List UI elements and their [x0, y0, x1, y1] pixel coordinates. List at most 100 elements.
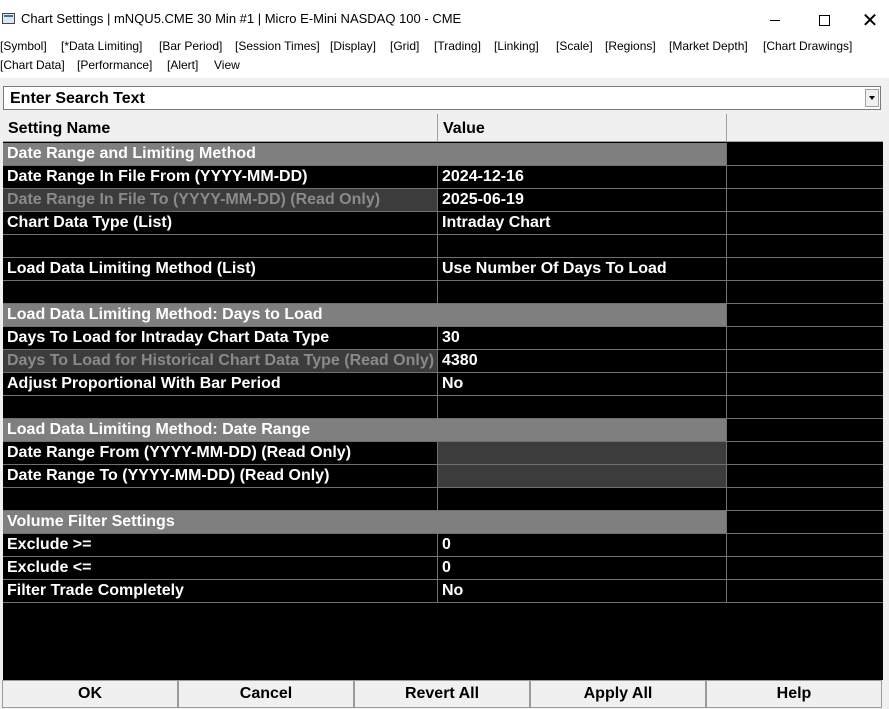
- extra-cell: [727, 396, 883, 418]
- section-title: Load Data Limiting Method: Date Range: [3, 419, 438, 441]
- tab-performance[interactable]: [Performance]: [77, 58, 152, 72]
- tab-display[interactable]: [Display]: [330, 39, 376, 53]
- extra-cell: [727, 465, 883, 487]
- extra-cell: [727, 327, 883, 349]
- revert-all-button[interactable]: Revert All: [354, 680, 530, 708]
- setting-value[interactable]: 30: [438, 327, 727, 349]
- setting-row[interactable]: Days To Load for Historical Chart Data T…: [3, 350, 883, 373]
- setting-value[interactable]: 0: [438, 534, 727, 556]
- apply-all-button[interactable]: Apply All: [530, 680, 706, 708]
- setting-value[interactable]: Use Number Of Days To Load: [438, 258, 727, 280]
- setting-name: Load Data Limiting Method (List): [3, 258, 438, 280]
- search-combobox[interactable]: Enter Search Text: [3, 86, 881, 110]
- maximize-button[interactable]: [801, 0, 847, 40]
- tab-view[interactable]: View: [214, 58, 240, 72]
- setting-value: [438, 304, 727, 326]
- setting-row[interactable]: Exclude <= 0: [3, 557, 883, 580]
- extra-cell: [727, 143, 883, 165]
- setting-row[interactable]: Adjust Proportional With Bar Period No: [3, 373, 883, 396]
- settings-tab-menu: [Symbol] [*Data Limiting] [Bar Period] […: [0, 38, 889, 78]
- chevron-down-icon[interactable]: [865, 89, 879, 107]
- extra-cell: [727, 166, 883, 188]
- tab-market-depth[interactable]: [Market Depth]: [669, 39, 748, 53]
- extra-cell: [727, 488, 883, 510]
- extra-cell: [727, 235, 883, 257]
- close-button[interactable]: ✕: [847, 0, 889, 40]
- minimize-button[interactable]: [752, 0, 798, 40]
- tab-scale[interactable]: [Scale]: [556, 39, 593, 53]
- tab-symbol[interactable]: [Symbol]: [0, 39, 47, 53]
- setting-row[interactable]: Chart Data Type (List) Intraday Chart: [3, 212, 883, 235]
- setting-name: Date Range In File To (YYYY-MM-DD) (Read…: [3, 189, 438, 211]
- setting-value[interactable]: No: [438, 373, 727, 395]
- column-header-setting-name[interactable]: Setting Name: [3, 114, 438, 142]
- tab-session-times[interactable]: [Session Times]: [235, 39, 320, 53]
- setting-value: [438, 488, 727, 510]
- setting-row[interactable]: Date Range From (YYYY-MM-DD) (Read Only): [3, 442, 883, 465]
- setting-name: Days To Load for Intraday Chart Data Typ…: [3, 327, 438, 349]
- setting-name: Chart Data Type (List): [3, 212, 438, 234]
- setting-value[interactable]: 2024-12-16: [438, 166, 727, 188]
- extra-cell: [727, 534, 883, 556]
- section-row[interactable]: Date Range and Limiting Method: [3, 143, 883, 166]
- extra-cell: [727, 212, 883, 234]
- setting-value: [438, 419, 727, 441]
- setting-name: [3, 235, 438, 257]
- setting-row[interactable]: Date Range In File To (YYYY-MM-DD) (Read…: [3, 189, 883, 212]
- ok-button[interactable]: OK: [2, 680, 178, 708]
- setting-value: [438, 396, 727, 418]
- app-icon: [2, 13, 15, 24]
- tab-bar-period[interactable]: [Bar Period]: [159, 39, 222, 53]
- setting-value: [438, 143, 727, 165]
- close-icon: ✕: [861, 8, 879, 32]
- setting-value: 4380: [438, 350, 727, 372]
- tab-linking[interactable]: [Linking]: [494, 39, 539, 53]
- setting-value: [438, 442, 727, 464]
- setting-row[interactable]: Days To Load for Intraday Chart Data Typ…: [3, 327, 883, 350]
- setting-value: 2025-06-19: [438, 189, 727, 211]
- setting-name: Date Range To (YYYY-MM-DD) (Read Only): [3, 465, 438, 487]
- tab-grid[interactable]: [Grid]: [390, 39, 419, 53]
- extra-cell: [727, 258, 883, 280]
- setting-name: [3, 488, 438, 510]
- setting-value: [438, 511, 727, 533]
- window-title: Chart Settings | mNQU5.CME 30 Min #1 | M…: [21, 11, 462, 26]
- setting-value[interactable]: Intraday Chart: [438, 212, 727, 234]
- setting-name: Adjust Proportional With Bar Period: [3, 373, 438, 395]
- setting-name: Exclude <=: [3, 557, 438, 579]
- cancel-button[interactable]: Cancel: [178, 680, 354, 708]
- setting-row[interactable]: Exclude >= 0: [3, 534, 883, 557]
- setting-value: [438, 465, 727, 487]
- extra-cell: [727, 281, 883, 303]
- tab-chart-data[interactable]: [Chart Data]: [0, 58, 65, 72]
- spacer-row: [3, 396, 883, 419]
- spacer-row: [3, 281, 883, 304]
- section-row[interactable]: Volume Filter Settings: [3, 511, 883, 534]
- tab-alert[interactable]: [Alert]: [167, 58, 198, 72]
- help-button[interactable]: Help: [706, 680, 882, 708]
- setting-row[interactable]: Load Data Limiting Method (List) Use Numb…: [3, 258, 883, 281]
- setting-value[interactable]: 0: [438, 557, 727, 579]
- setting-value[interactable]: No: [438, 580, 727, 602]
- extra-cell: [727, 442, 883, 464]
- tab-trading[interactable]: [Trading]: [434, 39, 481, 53]
- extra-cell: [727, 511, 883, 533]
- setting-row[interactable]: Date Range To (YYYY-MM-DD) (Read Only): [3, 465, 883, 488]
- setting-value: [438, 235, 727, 257]
- column-header-value[interactable]: Value: [438, 114, 727, 142]
- button-bar: OK Cancel Revert All Apply All Help: [0, 680, 889, 709]
- extra-cell: [727, 419, 883, 441]
- tab-chart-drawings[interactable]: [Chart Drawings]: [763, 39, 852, 53]
- spacer-row: [3, 488, 883, 511]
- setting-row[interactable]: Filter Trade Completely No: [3, 580, 883, 603]
- search-input[interactable]: Enter Search Text: [10, 90, 145, 108]
- column-header-extra: [727, 114, 883, 142]
- tab-regions[interactable]: [Regions]: [605, 39, 656, 53]
- setting-row[interactable]: Date Range In File From (YYYY-MM-DD) 2024…: [3, 166, 883, 189]
- section-title: Date Range and Limiting Method: [3, 143, 438, 165]
- tab-data-limiting[interactable]: [*Data Limiting]: [61, 39, 142, 53]
- grid-header: Setting Name Value: [3, 114, 883, 142]
- section-row[interactable]: Load Data Limiting Method: Days to Load: [3, 304, 883, 327]
- section-row[interactable]: Load Data Limiting Method: Date Range: [3, 419, 883, 442]
- setting-name: Days To Load for Historical Chart Data T…: [3, 350, 438, 372]
